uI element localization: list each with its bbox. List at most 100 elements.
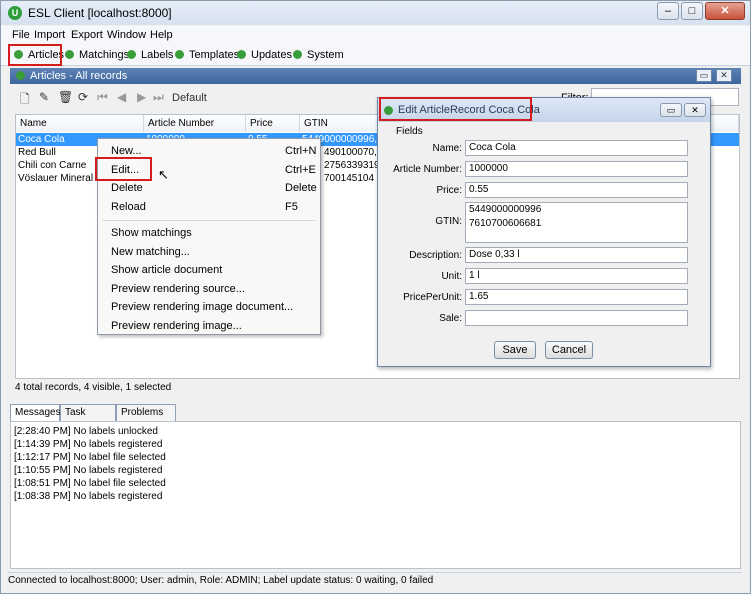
edit-dialog: Edit ArticleRecord Coca Cola ▭ ✕ Fields … bbox=[377, 97, 711, 367]
menu-import[interactable]: Import bbox=[34, 29, 65, 41]
status-bar: Connected to localhost:8000; User: admin… bbox=[8, 572, 742, 588]
menu-item-delete[interactable]: Delete bbox=[111, 181, 143, 195]
status-dot-icon bbox=[293, 50, 302, 59]
unit-field[interactable]: 1 l bbox=[465, 268, 688, 284]
label-description: Description: bbox=[409, 250, 462, 261]
nav-bar: Articles Matchings Labels Templates Upda… bbox=[1, 44, 750, 66]
menu-separator bbox=[102, 220, 316, 221]
delete-record-icon[interactable]: 🗑 bbox=[58, 90, 73, 104]
nav-templates[interactable]: Templates bbox=[175, 47, 239, 63]
column-header-article-number[interactable]: Article Number bbox=[144, 115, 246, 132]
reload-icon[interactable]: ⟳ bbox=[78, 90, 88, 104]
label-sale: Sale: bbox=[439, 313, 462, 324]
menu-item-show-article-document[interactable]: Show article document bbox=[111, 263, 222, 277]
highlight-dialog-title bbox=[379, 97, 532, 121]
label-article-number: Article Number: bbox=[393, 164, 462, 175]
close-button[interactable]: ✕ bbox=[705, 2, 745, 20]
nav-updates[interactable]: Updates bbox=[237, 47, 292, 63]
dialog-minimize-button[interactable]: ▭ bbox=[660, 103, 682, 117]
tab-task-queue[interactable]: Task Queue bbox=[60, 404, 116, 434]
previous-page-icon[interactable]: ◀ bbox=[117, 90, 126, 104]
label-unit: Unit: bbox=[441, 271, 462, 282]
menu-bar: File Import Export Window Help bbox=[1, 26, 750, 44]
gtin-line: 7610700606681 bbox=[469, 218, 542, 229]
cancel-button[interactable]: Cancel bbox=[545, 341, 593, 359]
dialog-close-button[interactable]: ✕ bbox=[684, 103, 706, 117]
nav-label: Templates bbox=[189, 49, 240, 61]
panel-header: Articles - All records ▭ ✕ bbox=[10, 68, 741, 84]
records-status: 4 total records, 4 visible, 1 selected bbox=[15, 382, 172, 393]
cell-gtin: 490100070, 1 bbox=[324, 147, 382, 158]
list-item: [1:08:51 PM] No label file selected bbox=[14, 478, 166, 489]
tab-messages[interactable]: Messages bbox=[10, 404, 61, 421]
menu-item-new[interactable]: New... bbox=[111, 144, 142, 158]
menu-item-preview-source[interactable]: Preview rendering source... bbox=[111, 282, 245, 296]
nav-label: Labels bbox=[141, 49, 174, 61]
save-button[interactable]: Save bbox=[494, 341, 536, 359]
highlight-edit bbox=[95, 157, 152, 181]
label-price-per-unit: PricePerUnit: bbox=[403, 292, 462, 303]
nav-labels[interactable]: Labels bbox=[127, 47, 173, 63]
menu-window[interactable]: Window bbox=[107, 29, 146, 41]
mouse-cursor-icon: ↖ bbox=[158, 167, 169, 182]
description-field[interactable]: Dose 0,33 l bbox=[465, 247, 688, 263]
label-price: Price: bbox=[436, 185, 462, 196]
panel-close-button[interactable]: ✕ bbox=[716, 69, 732, 82]
tab-problems[interactable]: Problems (3) bbox=[116, 404, 176, 434]
nav-system[interactable]: System bbox=[293, 47, 344, 63]
next-page-icon[interactable]: ▶ bbox=[137, 90, 146, 104]
list-item: [1:10:55 PM] No labels registered bbox=[14, 465, 163, 476]
status-dot-icon bbox=[175, 50, 184, 59]
status-dot-icon bbox=[127, 50, 136, 59]
panel-restore-button[interactable]: ▭ bbox=[696, 69, 712, 82]
nav-label: Matchings bbox=[79, 49, 130, 61]
column-header-name[interactable]: Name bbox=[16, 115, 144, 132]
menu-file[interactable]: File bbox=[12, 29, 30, 41]
menu-item-new-matching[interactable]: New matching... bbox=[111, 245, 190, 259]
menu-item-preview-image[interactable]: Preview rendering image... bbox=[111, 319, 242, 333]
default-view-label[interactable]: Default bbox=[172, 92, 207, 104]
menu-item-reload[interactable]: Reload bbox=[111, 200, 146, 214]
status-dot-icon bbox=[237, 50, 246, 59]
shortcut-new: Ctrl+N bbox=[285, 145, 317, 157]
list-item: [1:14:39 PM] No labels registered bbox=[14, 439, 163, 450]
cell-gtin: 2756339319 bbox=[324, 160, 380, 171]
gtin-textarea[interactable]: 5449000000996 7610700606681 bbox=[465, 202, 688, 243]
status-dot-icon bbox=[16, 71, 25, 80]
name-field[interactable]: Coca Cola bbox=[465, 140, 688, 156]
highlight-articles bbox=[8, 44, 62, 66]
title-bar: U ESL Client [localhost:8000] – □ ✕ bbox=[1, 1, 750, 25]
menu-export[interactable]: Export bbox=[71, 29, 103, 41]
new-record-icon[interactable]: 🗋 bbox=[20, 90, 30, 111]
app-icon: U bbox=[8, 6, 22, 20]
sale-field[interactable] bbox=[465, 310, 688, 326]
menu-item-show-matchings[interactable]: Show matchings bbox=[111, 226, 192, 240]
nav-label: System bbox=[307, 49, 344, 61]
price-per-unit-field[interactable]: 1.65 bbox=[465, 289, 688, 305]
panel-title: Articles - All records bbox=[30, 70, 128, 82]
label-gtin: GTIN: bbox=[435, 216, 462, 227]
first-page-icon[interactable]: ⏮ bbox=[97, 90, 108, 105]
cell-gtin: 700145104 bbox=[324, 173, 375, 184]
list-item: [2:28:40 PM] No labels unlocked bbox=[14, 426, 158, 437]
list-item: [1:12:17 PM] No label file selected bbox=[14, 452, 166, 463]
last-page-icon[interactable]: ⏭ bbox=[153, 90, 164, 105]
nav-label: Updates bbox=[251, 49, 292, 61]
app-window: U ESL Client [localhost:8000] – □ ✕ File… bbox=[0, 0, 751, 594]
price-field[interactable]: 0.55 bbox=[465, 182, 688, 198]
nav-matchings[interactable]: Matchings bbox=[65, 47, 129, 63]
edit-record-icon[interactable]: ✎ bbox=[39, 90, 49, 104]
article-number-field[interactable]: 1000000 bbox=[465, 161, 688, 177]
fields-group-label: Fields bbox=[396, 126, 423, 137]
menu-item-preview-image-document[interactable]: Preview rendering image document... bbox=[111, 300, 293, 314]
window-title: ESL Client [localhost:8000] bbox=[28, 6, 172, 20]
maximize-button[interactable]: □ bbox=[681, 2, 703, 20]
shortcut-delete: Delete bbox=[285, 182, 317, 194]
label-name: Name: bbox=[432, 143, 462, 154]
shortcut-edit: Ctrl+E bbox=[285, 164, 316, 176]
column-header-price[interactable]: Price bbox=[246, 115, 300, 132]
menu-help[interactable]: Help bbox=[150, 29, 173, 41]
status-dot-icon bbox=[65, 50, 74, 59]
minimize-button[interactable]: – bbox=[657, 2, 679, 20]
gtin-line: 5449000000996 bbox=[469, 204, 542, 215]
